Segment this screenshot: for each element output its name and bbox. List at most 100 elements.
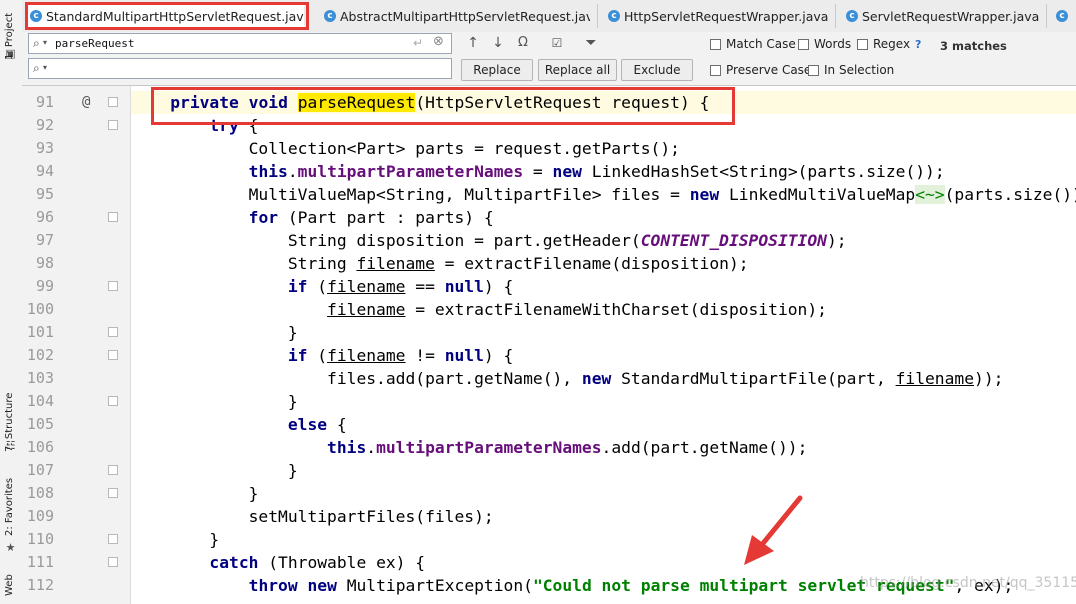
editor-tab-bar: c StandardMultipartHttpServletRequest.ja… xyxy=(22,0,1076,33)
web-tool-button[interactable]: Web xyxy=(4,574,15,596)
regex-checkbox[interactable]: Regex xyxy=(857,37,910,51)
line-number: 110 xyxy=(26,530,54,548)
fold-marker-icon[interactable] xyxy=(108,212,118,222)
tab-servlet-request-wrapper[interactable]: c ServletRequestWrapper.java ✕ xyxy=(842,5,1042,27)
regex-help-link[interactable]: ? xyxy=(915,38,921,51)
search-icon: ⌕ xyxy=(33,36,40,50)
code-line: } xyxy=(131,484,259,503)
tab-overflow[interactable]: c xyxy=(1054,5,1076,27)
replace-field[interactable]: ⌕ ▾ xyxy=(28,58,452,79)
code-line: filename = extractFilenameWithCharset(di… xyxy=(327,300,827,319)
java-class-icon: c xyxy=(1056,10,1068,22)
search-icon: ⌕ xyxy=(33,61,40,75)
clear-search-icon[interactable]: ⊗ xyxy=(433,35,444,48)
line-number: 101 xyxy=(26,323,54,341)
project-tool-button[interactable]: 1: Project xyxy=(4,13,15,60)
fold-marker-icon[interactable] xyxy=(108,534,118,544)
line-number: 96 xyxy=(35,208,54,226)
code-line: try { xyxy=(209,116,259,135)
find-all-icon[interactable]: Ω xyxy=(513,33,533,53)
line-number: 109 xyxy=(26,507,54,525)
select-all-occurrences-icon[interactable]: ☑ xyxy=(547,33,567,53)
next-occurrence-icon[interactable]: ↓ xyxy=(488,33,508,53)
tab-abstract-multipart-request[interactable]: c AbstractMultipartHttpServletRequest.ja… xyxy=(320,5,590,27)
words-checkbox[interactable]: Words xyxy=(798,37,851,51)
structure-tool-button[interactable]: 7: Structure xyxy=(4,393,15,452)
code-line: } xyxy=(131,323,298,342)
replace-input[interactable] xyxy=(55,60,405,77)
code-line: } xyxy=(131,530,220,549)
history-dropdown-icon[interactable]: ▾ xyxy=(43,62,47,74)
tab-label: StandardMultipartHttpServletRequest.java xyxy=(46,8,304,24)
preserve-case-checkbox[interactable]: Preserve Case xyxy=(710,63,811,77)
favorites-tool-button[interactable]: 2: Favorites xyxy=(4,478,15,536)
code-line: files.add(part.getName(), new StandardMu… xyxy=(131,369,1004,388)
fold-marker-icon[interactable] xyxy=(108,396,118,406)
fold-marker-icon[interactable] xyxy=(108,97,118,107)
tab-label: ServletRequestWrapper.java xyxy=(862,8,1040,24)
line-number: 97 xyxy=(35,231,54,249)
java-class-icon: c xyxy=(324,10,336,22)
java-class-icon: c xyxy=(30,10,42,22)
line-number: 93 xyxy=(35,139,54,157)
filter-icon[interactable]: ⏷ xyxy=(581,33,601,53)
fold-marker-icon[interactable] xyxy=(108,281,118,291)
code-line: } xyxy=(131,392,298,411)
find-field[interactable]: ⌕ ▾ ↵ ⊗ xyxy=(28,33,452,54)
line-number: 104 xyxy=(26,392,54,410)
line-number: 99 xyxy=(35,277,54,295)
code-line: setMultipartFiles(files); xyxy=(131,507,494,526)
code-line: if (filename == null) { xyxy=(287,277,514,296)
line-number: 92 xyxy=(35,116,54,134)
code-line: MultiValueMap<String, MultipartFile> fil… xyxy=(131,185,1076,204)
replace-all-button[interactable]: Replace all xyxy=(538,59,617,81)
fold-marker-icon[interactable] xyxy=(108,488,118,498)
code-line: } xyxy=(131,461,298,480)
find-input[interactable] xyxy=(55,35,405,52)
line-number: 111 xyxy=(26,553,54,571)
match-count: 3 matches xyxy=(940,39,1007,53)
java-class-icon: c xyxy=(846,10,858,22)
code-line: this.multipartParameterNames = new Linke… xyxy=(248,162,945,181)
java-class-icon: c xyxy=(608,10,620,22)
watermark: https://blog.csdn.net/qq_35115220 xyxy=(860,575,1076,591)
in-selection-checkbox[interactable]: In Selection xyxy=(808,63,894,77)
code-line: for (Part part : parts) { xyxy=(248,208,494,227)
line-number: 102 xyxy=(26,346,54,364)
code-line: else { xyxy=(287,415,347,434)
line-number: 106 xyxy=(26,438,54,456)
fold-marker-icon[interactable] xyxy=(108,120,118,130)
tab-standard-multipart-request[interactable]: c StandardMultipartHttpServletRequest.ja… xyxy=(26,5,304,27)
exclude-button[interactable]: Exclude xyxy=(621,59,693,81)
code-editor[interactable]: private void parseRequest(HttpServletReq… xyxy=(131,86,1076,604)
fold-marker-icon[interactable] xyxy=(108,350,118,360)
match-case-checkbox[interactable]: Match Case xyxy=(710,37,796,51)
code-line: this.multipartParameterNames.add(part.ge… xyxy=(327,438,808,457)
line-number: 105 xyxy=(26,415,54,433)
fold-marker-icon[interactable] xyxy=(108,465,118,475)
line-number: 95 xyxy=(35,185,54,203)
tab-label: HttpServletRequestWrapper.java xyxy=(624,8,829,24)
tab-label: AbstractMultipartHttpServletRequest.java xyxy=(340,8,590,24)
fold-marker-icon[interactable] xyxy=(108,557,118,567)
line-number-gutter: 91 92 93 94 95 96 97 98 99 100 101 102 1… xyxy=(22,86,131,604)
history-dropdown-icon[interactable]: ▾ xyxy=(43,37,47,49)
line-number: 98 xyxy=(35,254,54,272)
line-number: 108 xyxy=(26,484,54,502)
line-number: 91 xyxy=(35,93,54,111)
fold-marker-icon[interactable] xyxy=(108,327,118,337)
replace-button[interactable]: Replace xyxy=(461,59,533,81)
code-line: String filename = extractFilename(dispos… xyxy=(131,254,749,273)
tab-http-servlet-request-wrapper[interactable]: c HttpServletRequestWrapper.java ✕ xyxy=(604,5,834,27)
line-number: 112 xyxy=(26,576,54,594)
line-number: 103 xyxy=(26,369,54,387)
code-line: private void parseRequest(HttpServletReq… xyxy=(170,93,710,112)
override-gutter-icon[interactable]: @ xyxy=(82,91,90,114)
red-arrow-annotation xyxy=(744,495,803,565)
previous-occurrence-icon[interactable]: ↑ xyxy=(463,33,483,53)
star-icon: ★ xyxy=(5,541,16,554)
tool-window-stripe: ▣ 1: Project ☷ 7: Structure 2: Favorites… xyxy=(0,0,23,604)
find-replace-bar: ⌕ ▾ ↵ ⊗ ⌕ ▾ ↑ ↓ Ω ☑ ⏷ Replace Replace al… xyxy=(22,32,1076,86)
code-line: String disposition = part.getHeader(CONT… xyxy=(131,231,847,250)
new-line-icon[interactable]: ↵ xyxy=(413,37,423,49)
